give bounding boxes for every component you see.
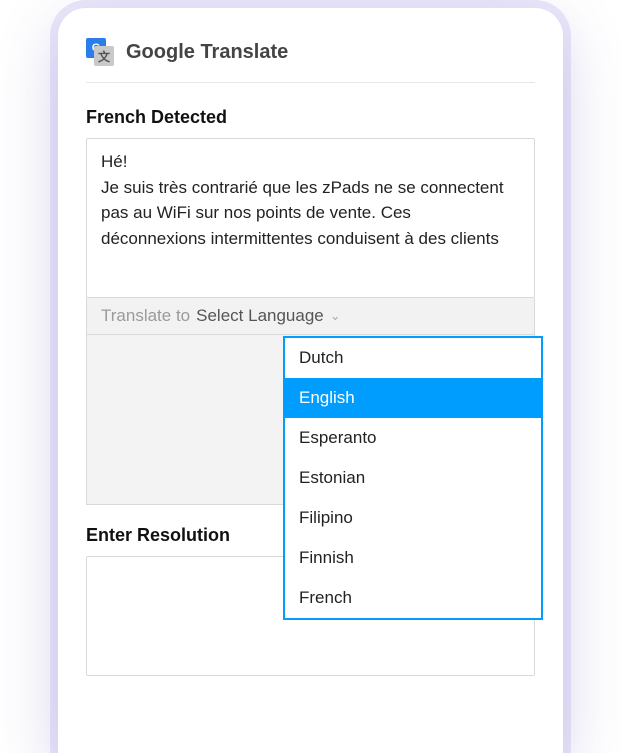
language-select[interactable]: Select Language ⌄ <box>196 306 341 326</box>
language-option[interactable]: Finnish <box>285 538 541 578</box>
panel-title: Google Translate <box>126 41 288 64</box>
language-option[interactable]: Esperanto <box>285 418 541 458</box>
language-option[interactable]: French <box>285 578 541 618</box>
detected-language-heading: French Detected <box>86 107 535 128</box>
translate-to-label: Translate to <box>101 306 190 326</box>
language-dropdown[interactable]: DutchEnglishEsperantoEstonianFilipinoFin… <box>283 336 543 620</box>
chevron-down-icon: ⌄ <box>330 308 341 324</box>
language-option[interactable]: English <box>285 378 541 418</box>
language-option[interactable]: Estonian <box>285 458 541 498</box>
language-select-value: Select Language <box>196 306 324 326</box>
language-option[interactable]: Filipino <box>285 498 541 538</box>
source-text-box[interactable]: Hé!Je suis très contrarié que les zPads … <box>86 138 535 298</box>
translate-icon-grey: 文 <box>94 46 114 66</box>
google-translate-icon: G 文 <box>86 38 114 66</box>
translate-to-bar: Translate to Select Language ⌄ DutchEngl… <box>86 298 535 335</box>
language-option[interactable]: Dutch <box>285 338 541 378</box>
translate-panel: G 文 Google Translate French Detected Hé!… <box>58 8 563 753</box>
panel-header: G 文 Google Translate <box>86 38 535 83</box>
